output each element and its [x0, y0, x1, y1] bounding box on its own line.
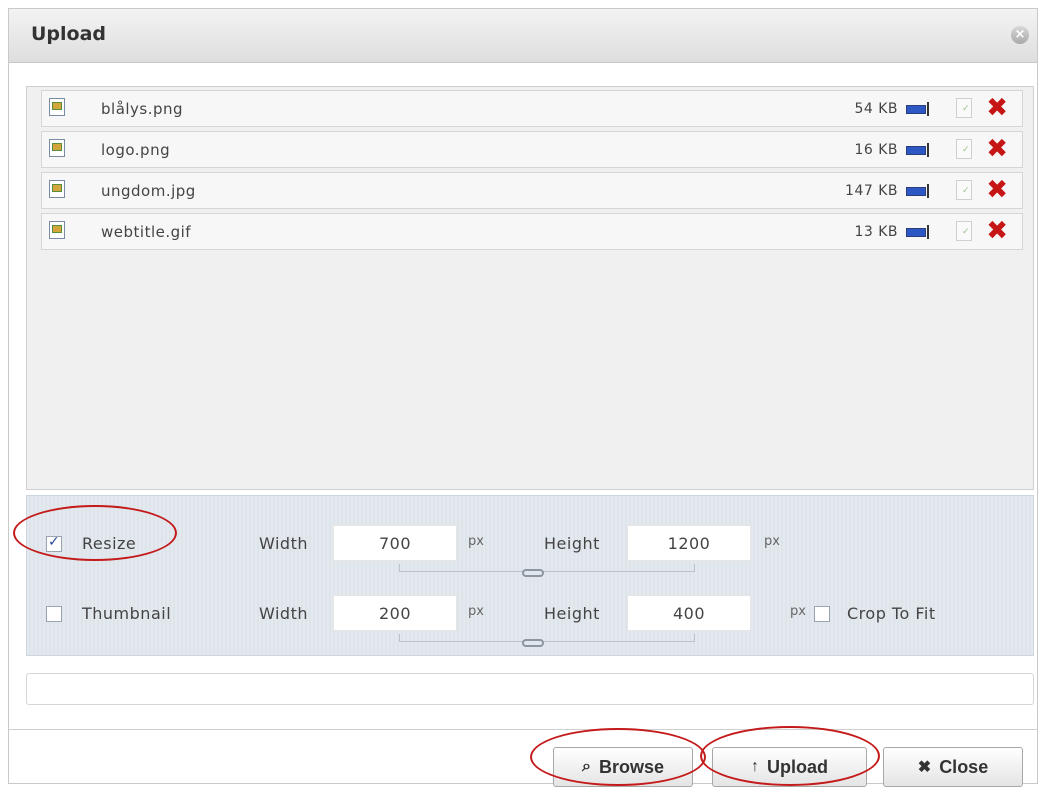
- file-size: 54 KB: [854, 101, 898, 117]
- file-name: ungdom.jpg: [101, 182, 196, 200]
- thumbnail-height-unit: px: [790, 604, 806, 619]
- crop-to-fit-checkbox[interactable]: [814, 606, 830, 622]
- resize-options-panel: Resize Width px Height px Thumbnail Widt…: [26, 495, 1034, 656]
- file-size: 13 KB: [854, 224, 898, 240]
- resize-label: Resize: [82, 534, 137, 553]
- thumbnail-width-label: Width: [259, 604, 308, 623]
- image-file-icon: [49, 98, 65, 116]
- close-label: Close: [939, 756, 989, 777]
- upload-button[interactable]: ↑ Upload: [712, 747, 867, 787]
- thumbnail-width-input[interactable]: [333, 595, 457, 631]
- browse-button[interactable]: ⌕ Browse: [553, 747, 693, 787]
- resize-checkbox[interactable]: [46, 534, 62, 552]
- thumbnail-checkbox[interactable]: [46, 606, 62, 622]
- resize-width-label: Width: [259, 534, 308, 553]
- image-file-icon: [49, 221, 65, 239]
- resize-height-unit: px: [764, 534, 780, 549]
- image-file-icon: [49, 139, 65, 157]
- chain-link-icon[interactable]: [522, 639, 544, 647]
- file-name: webtitle.gif: [101, 223, 192, 241]
- upload-dialog: Upload × blålys.png 54 KB ✖ logo.png 16 …: [8, 8, 1038, 787]
- file-row[interactable]: blålys.png 54 KB ✖: [41, 90, 1023, 127]
- upload-label: Upload: [767, 756, 828, 777]
- delete-icon[interactable]: ✖: [986, 176, 1008, 204]
- x-icon: ✖: [917, 759, 932, 776]
- delete-icon[interactable]: ✖: [986, 135, 1008, 163]
- browse-label: Browse: [598, 756, 664, 777]
- resize-icon[interactable]: [906, 225, 932, 239]
- close-button[interactable]: ✖ Close: [883, 747, 1023, 787]
- file-row[interactable]: webtitle.gif 13 KB ✖: [41, 213, 1023, 250]
- file-size: 16 KB: [854, 142, 898, 158]
- resize-icon[interactable]: [906, 102, 932, 116]
- dialog-titlebar: Upload ×: [9, 9, 1037, 63]
- document-icon[interactable]: [956, 180, 972, 200]
- arrow-up-icon: ↑: [751, 758, 759, 775]
- file-row[interactable]: ungdom.jpg 147 KB ✖: [41, 172, 1023, 209]
- search-icon: ⌕: [582, 758, 591, 775]
- file-name: blålys.png: [101, 100, 184, 118]
- file-row[interactable]: logo.png 16 KB ✖: [41, 131, 1023, 168]
- upload-status-bar: [26, 673, 1034, 705]
- delete-icon[interactable]: ✖: [986, 217, 1008, 245]
- thumbnail-width-unit: px: [468, 604, 484, 619]
- document-icon[interactable]: [956, 98, 972, 118]
- resize-width-input[interactable]: [333, 525, 457, 561]
- thumbnail-height-input[interactable]: [627, 595, 751, 631]
- aspect-link-line: [399, 564, 695, 572]
- document-icon[interactable]: [956, 139, 972, 159]
- chain-link-icon[interactable]: [522, 569, 544, 577]
- resize-width-unit: px: [468, 534, 484, 549]
- file-list: blålys.png 54 KB ✖ logo.png 16 KB ✖ ungd…: [26, 86, 1034, 490]
- file-size: 147 KB: [845, 183, 898, 199]
- resize-height-input[interactable]: [627, 525, 751, 561]
- delete-icon[interactable]: ✖: [986, 94, 1008, 122]
- image-file-icon: [49, 180, 65, 198]
- resize-icon[interactable]: [906, 184, 932, 198]
- resize-icon[interactable]: [906, 143, 932, 157]
- file-name: logo.png: [101, 141, 171, 159]
- thumbnail-height-label: Height: [544, 604, 600, 623]
- document-icon[interactable]: [956, 221, 972, 241]
- close-dialog-icon[interactable]: ×: [1011, 26, 1029, 44]
- footer-divider: [9, 729, 1037, 730]
- crop-to-fit-label: Crop To Fit: [847, 604, 936, 623]
- resize-height-label: Height: [544, 534, 600, 553]
- thumbnail-label: Thumbnail: [82, 604, 172, 623]
- aspect-link-line: [399, 634, 695, 642]
- dialog-title: Upload: [31, 23, 107, 45]
